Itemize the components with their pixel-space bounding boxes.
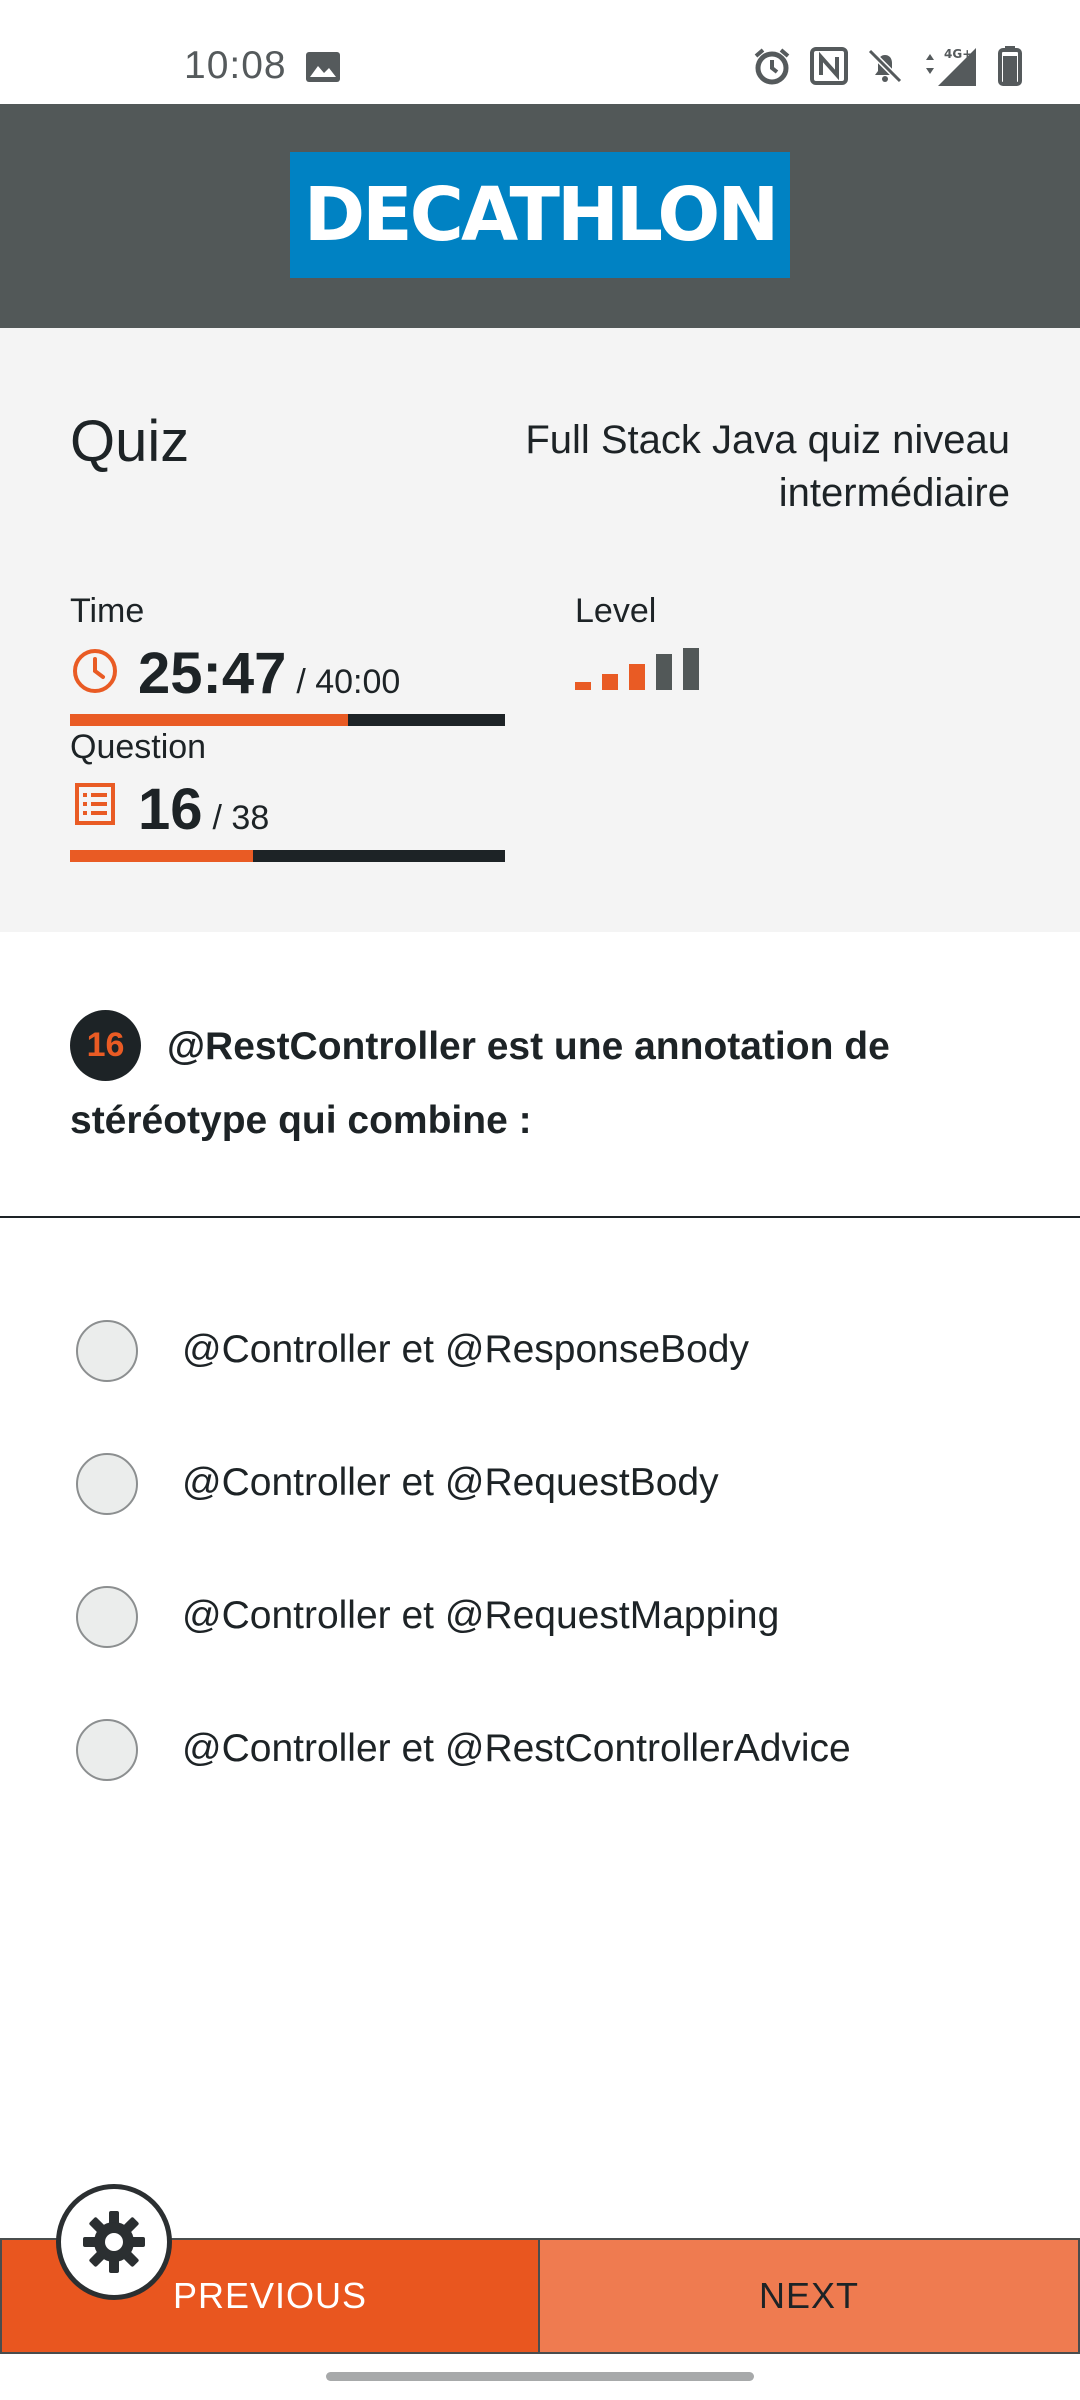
status-icons: 4G+ — [752, 44, 1022, 88]
time-label: Time — [70, 592, 145, 630]
question-current: 16 — [138, 777, 203, 842]
question-text: @RestController est une annotation de st… — [70, 1025, 890, 1142]
radio-button[interactable] — [76, 1453, 138, 1515]
image-icon — [306, 52, 340, 82]
level-label: Level — [575, 592, 657, 630]
level-bar — [629, 664, 645, 690]
logo-text: DECATHLON — [303, 172, 780, 258]
question-number-badge: 16 — [70, 1010, 141, 1081]
divider — [0, 1216, 1080, 1218]
brand-header: DECATHLON — [0, 104, 1080, 328]
alarm-icon — [754, 48, 790, 85]
level-bar — [575, 682, 591, 690]
level-indicator — [575, 640, 715, 690]
time-elapsed: 25:47 — [138, 641, 287, 706]
battery-icon — [998, 46, 1022, 86]
quiz-name: Full Stack Java quiz niveau intermédiair… — [525, 418, 1010, 515]
signal-icon: 4G+ — [926, 47, 976, 86]
network-type-label: 4G+ — [944, 47, 972, 61]
radio-button[interactable] — [76, 1320, 138, 1382]
settings-button[interactable] — [56, 2184, 172, 2300]
radio-button[interactable] — [76, 1586, 138, 1648]
time-progress-fill — [70, 714, 349, 726]
status-bar: 10:08 4G+ — [0, 0, 1080, 104]
home-indicator[interactable] — [326, 2372, 754, 2381]
bell-off-icon — [867, 48, 903, 84]
question-total: / 38 — [212, 799, 270, 837]
time-progress-bar — [70, 714, 505, 726]
quiz-info-panel: Quiz Full Stack Java quiz niveau intermé… — [0, 328, 1080, 932]
decathlon-logo: DECATHLON — [290, 152, 790, 278]
time-metric: 25:47 / 40:00 — [70, 640, 400, 707]
status-time: 10:08 — [184, 44, 287, 87]
question-area: @RestController est une annotation de st… — [0, 932, 1080, 1218]
answer-label[interactable]: @Controller et @RestControllerAdvice — [182, 1727, 851, 1771]
page-title: Quiz — [70, 409, 190, 474]
next-button[interactable]: NEXT — [540, 2238, 1080, 2354]
radio-button[interactable] — [76, 1719, 138, 1781]
answer-label[interactable]: @Controller et @RequestBody — [182, 1461, 719, 1505]
answer-option[interactable]: @Controller et @RequestMapping — [0, 1558, 1080, 1668]
question-metric: 16 / 38 — [70, 776, 269, 843]
answer-option[interactable]: @Controller et @RestControllerAdvice — [0, 1691, 1080, 1801]
question-progress-fill — [70, 850, 253, 862]
level-bar — [656, 654, 672, 690]
level-bar — [683, 648, 699, 690]
answer-label[interactable]: @Controller et @RequestMapping — [182, 1594, 779, 1638]
answer-label[interactable]: @Controller et @ResponseBody — [182, 1328, 749, 1372]
answer-option[interactable]: @Controller et @ResponseBody — [0, 1292, 1080, 1402]
question-progress-bar — [70, 850, 505, 862]
nfc-icon — [810, 47, 848, 85]
gear-icon — [83, 2211, 145, 2273]
time-total: / 40:00 — [296, 663, 401, 701]
question-label: Question — [70, 728, 207, 766]
level-bar — [602, 674, 618, 690]
answer-option[interactable]: @Controller et @RequestBody — [0, 1425, 1080, 1535]
